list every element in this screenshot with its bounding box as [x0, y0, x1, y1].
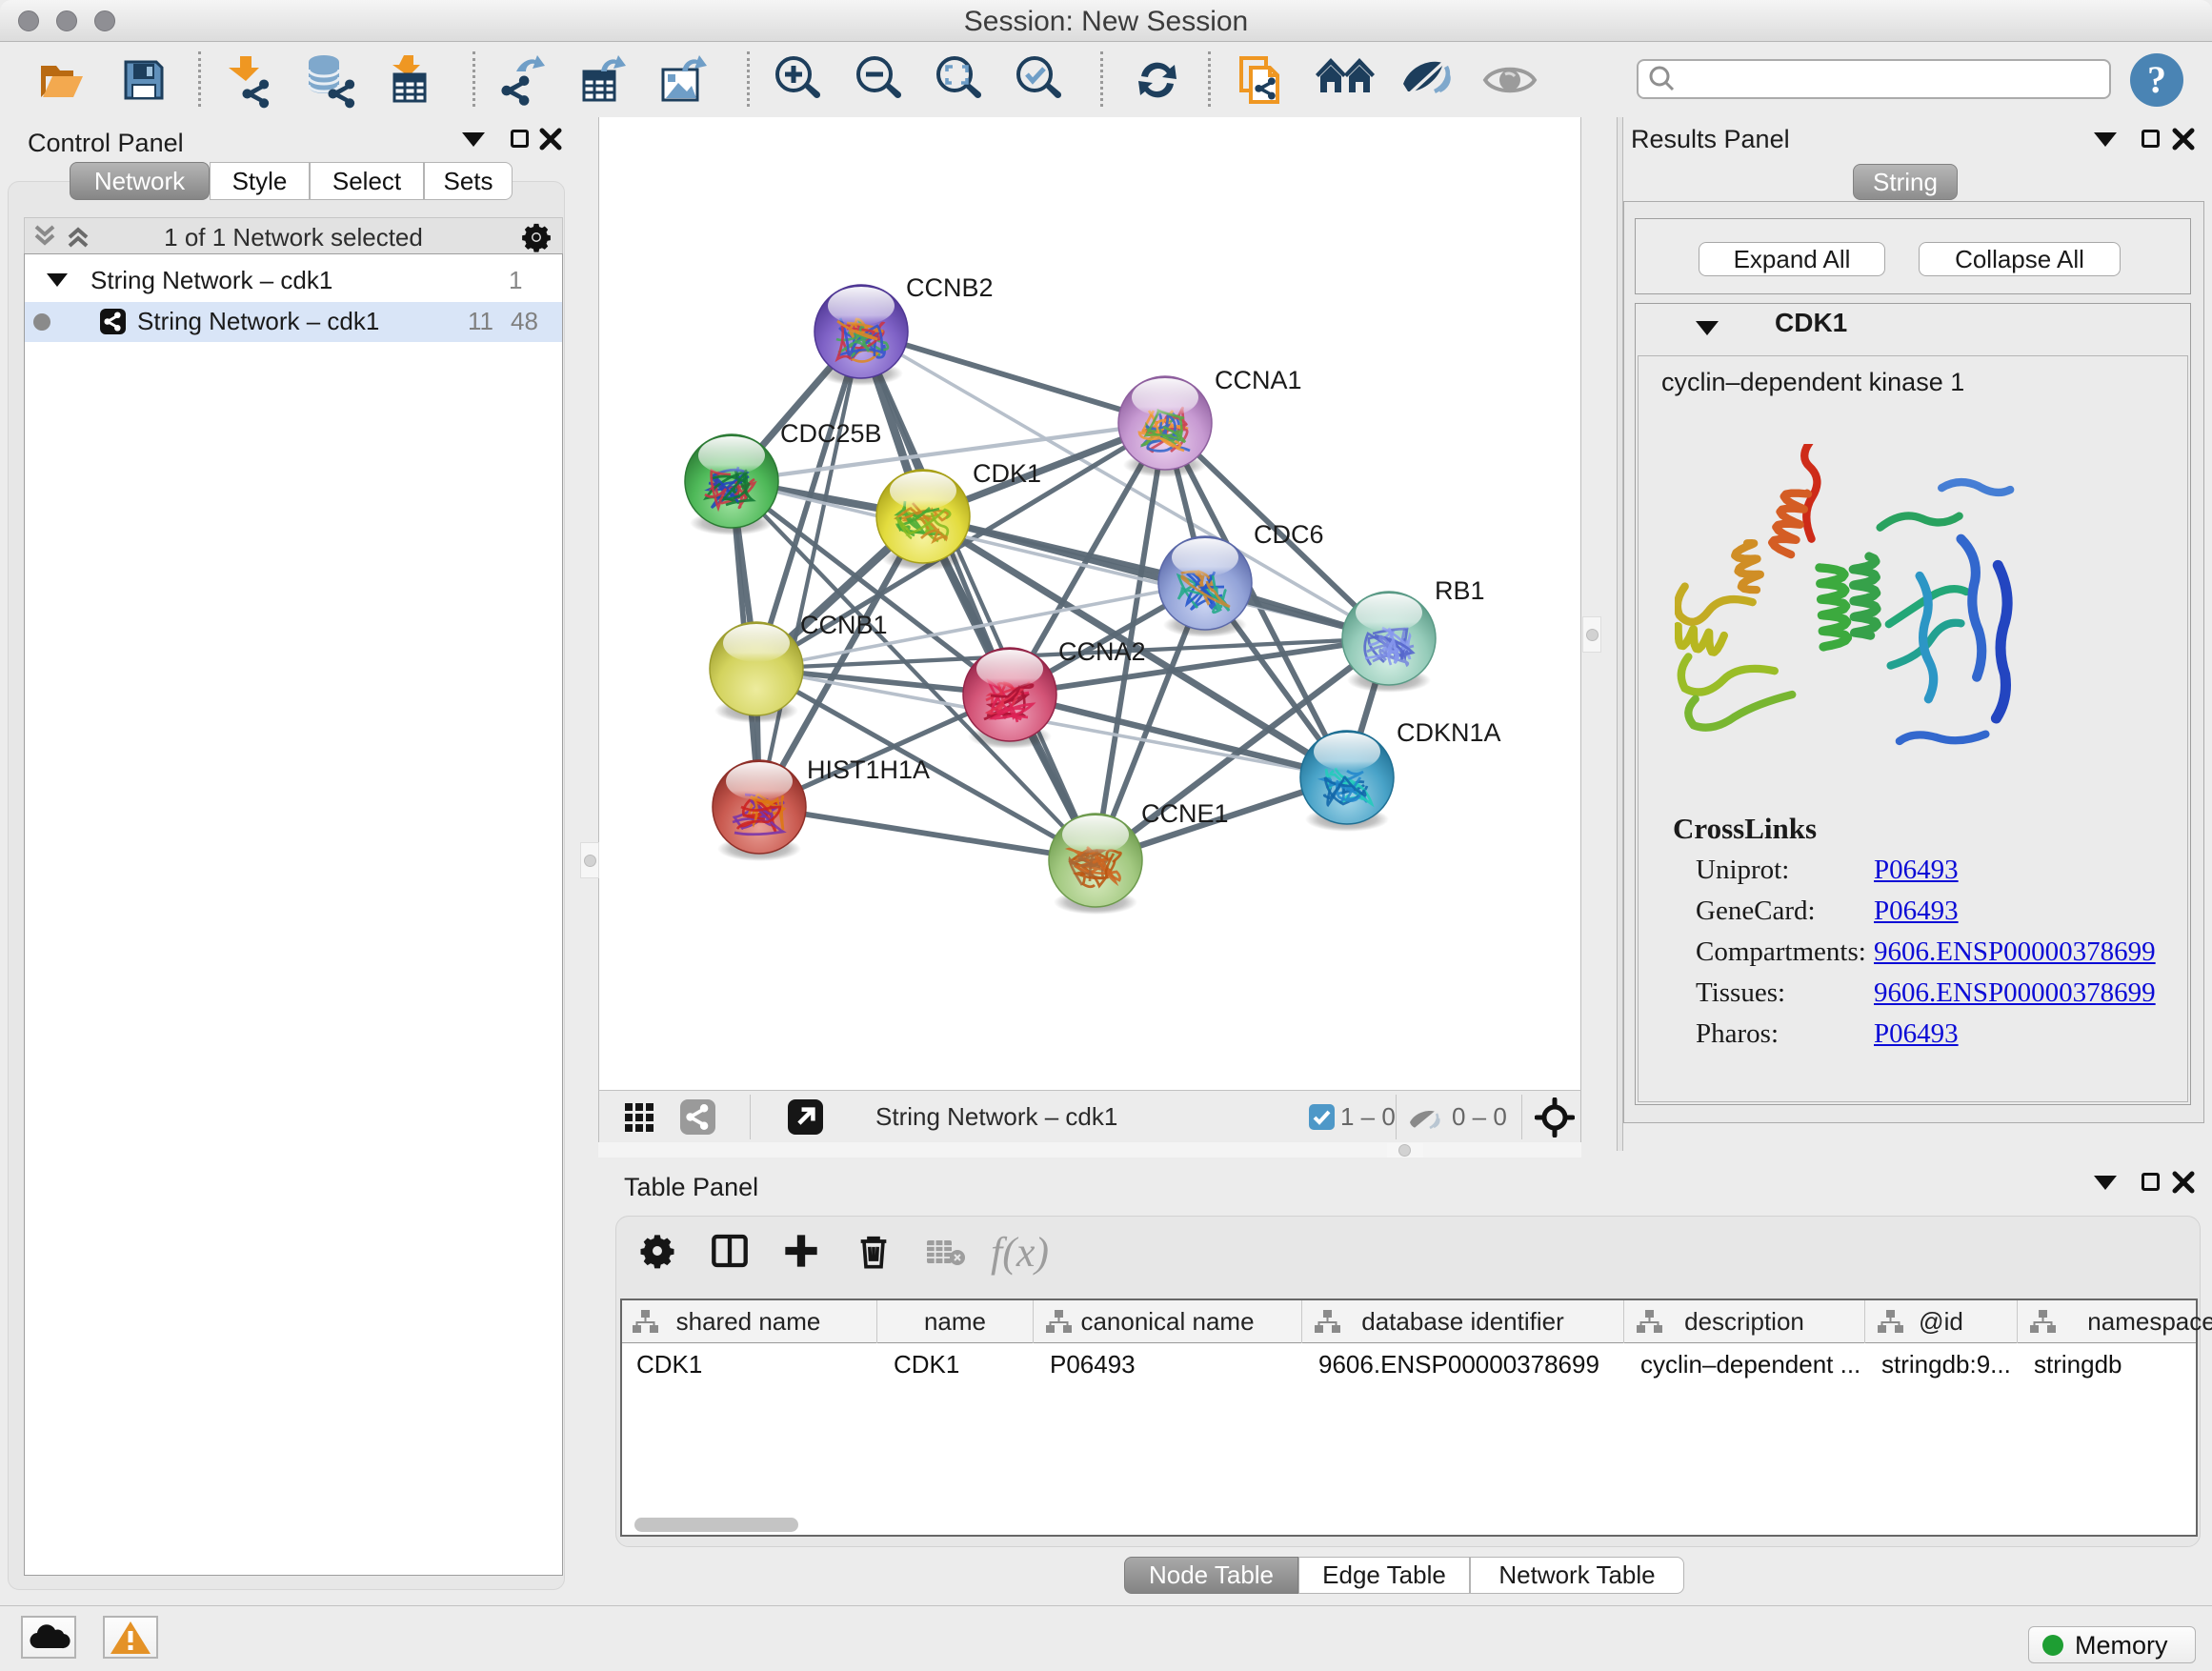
svg-text:CDC6: CDC6 — [1254, 520, 1324, 549]
svg-text:CCNA1: CCNA1 — [1215, 366, 1302, 394]
svg-text:CCNB1: CCNB1 — [800, 611, 888, 639]
svg-text:CDK1: CDK1 — [973, 459, 1041, 488]
svg-text:CDC25B: CDC25B — [780, 419, 882, 448]
svg-text:CCNE1: CCNE1 — [1141, 799, 1229, 828]
svg-text:RB1: RB1 — [1435, 576, 1485, 605]
svg-text:CCNA2: CCNA2 — [1058, 637, 1146, 666]
svg-text:CDKN1A: CDKN1A — [1397, 718, 1501, 747]
svg-text:CCNB2: CCNB2 — [906, 273, 994, 302]
svg-text:HIST1H1A: HIST1H1A — [807, 755, 930, 784]
svg-text:?: ? — [2147, 58, 2166, 101]
